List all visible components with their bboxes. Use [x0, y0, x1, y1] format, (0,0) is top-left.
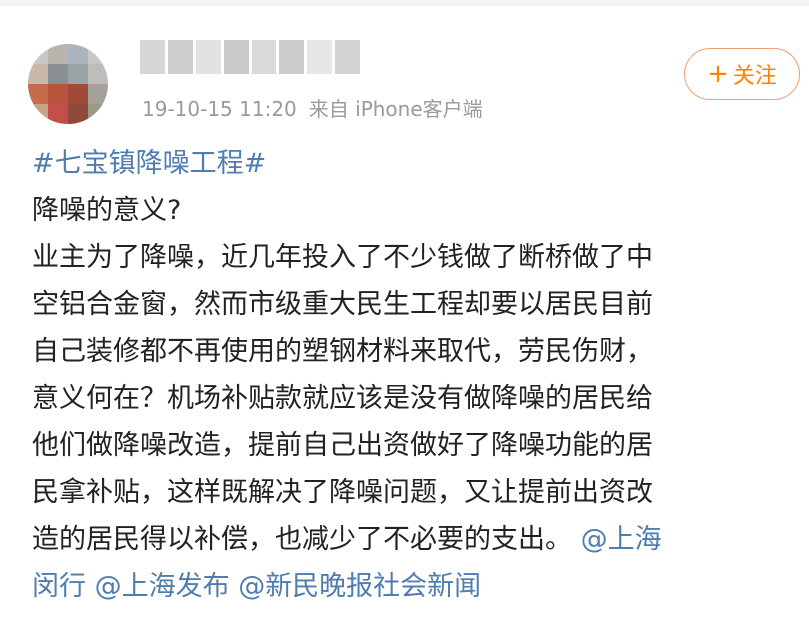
post-line: 自己装修都不再使用的塑钢材料来取代，劳民伤财， — [32, 336, 653, 367]
post-line-last: 造的居民得以补偿，也减少了不必要的支出。 @上海 — [32, 516, 802, 563]
mention-shanghai-fabu[interactable]: @上海发布 — [95, 571, 230, 602]
post-line: 他们做降噪改造，提前自己出资做好了降噪功能的居 — [32, 430, 653, 461]
follow-button[interactable]: + 关注 — [684, 48, 800, 100]
mention-shanghai-minhang-part2[interactable]: 闵行 — [32, 571, 86, 602]
post-line: 空铝合金窗，然而市级重大民生工程却要以居民目前 — [32, 289, 653, 320]
post-body: #七宝镇降噪工程# 降噪的意义? 业主为了降噪，近几年投入了不少钱做了断桥做了中… — [32, 140, 802, 610]
mention-xinmin-wanbao[interactable]: @新民晚报社会新闻 — [238, 571, 481, 602]
post-line: 民拿补贴，这样既解决了降噪问题，又让提前出资改 — [32, 477, 653, 508]
post-line-text: 造的居民得以补偿，也减少了不必要的支出。 — [32, 524, 572, 555]
source-label: 来自 iPhone客户端 — [308, 97, 483, 121]
post-line: 意义何在？机场补贴款就应该是没有做降噪的居民给 — [32, 383, 653, 414]
plus-icon: + — [707, 59, 729, 89]
mention-shanghai-minhang-part1[interactable]: @上海 — [581, 524, 662, 555]
post-question: 降噪的意义? — [32, 195, 182, 226]
top-divider — [0, 0, 809, 6]
follow-label: 关注 — [732, 64, 777, 89]
post-line: 业主为了降噪，近几年投入了不少钱做了断桥做了中 — [32, 242, 653, 273]
post-meta: 19-10-15 11:20 来自 iPhone客户端 — [142, 93, 483, 122]
avatar[interactable] — [28, 44, 108, 124]
mentions-line: 闵行 @上海发布 @新民晚报社会新闻 — [32, 563, 802, 610]
timestamp: 19-10-15 11:20 — [142, 97, 297, 121]
hashtag-link[interactable]: #七宝镇降噪工程# — [32, 140, 802, 187]
username-blurred[interactable] — [140, 40, 360, 74]
